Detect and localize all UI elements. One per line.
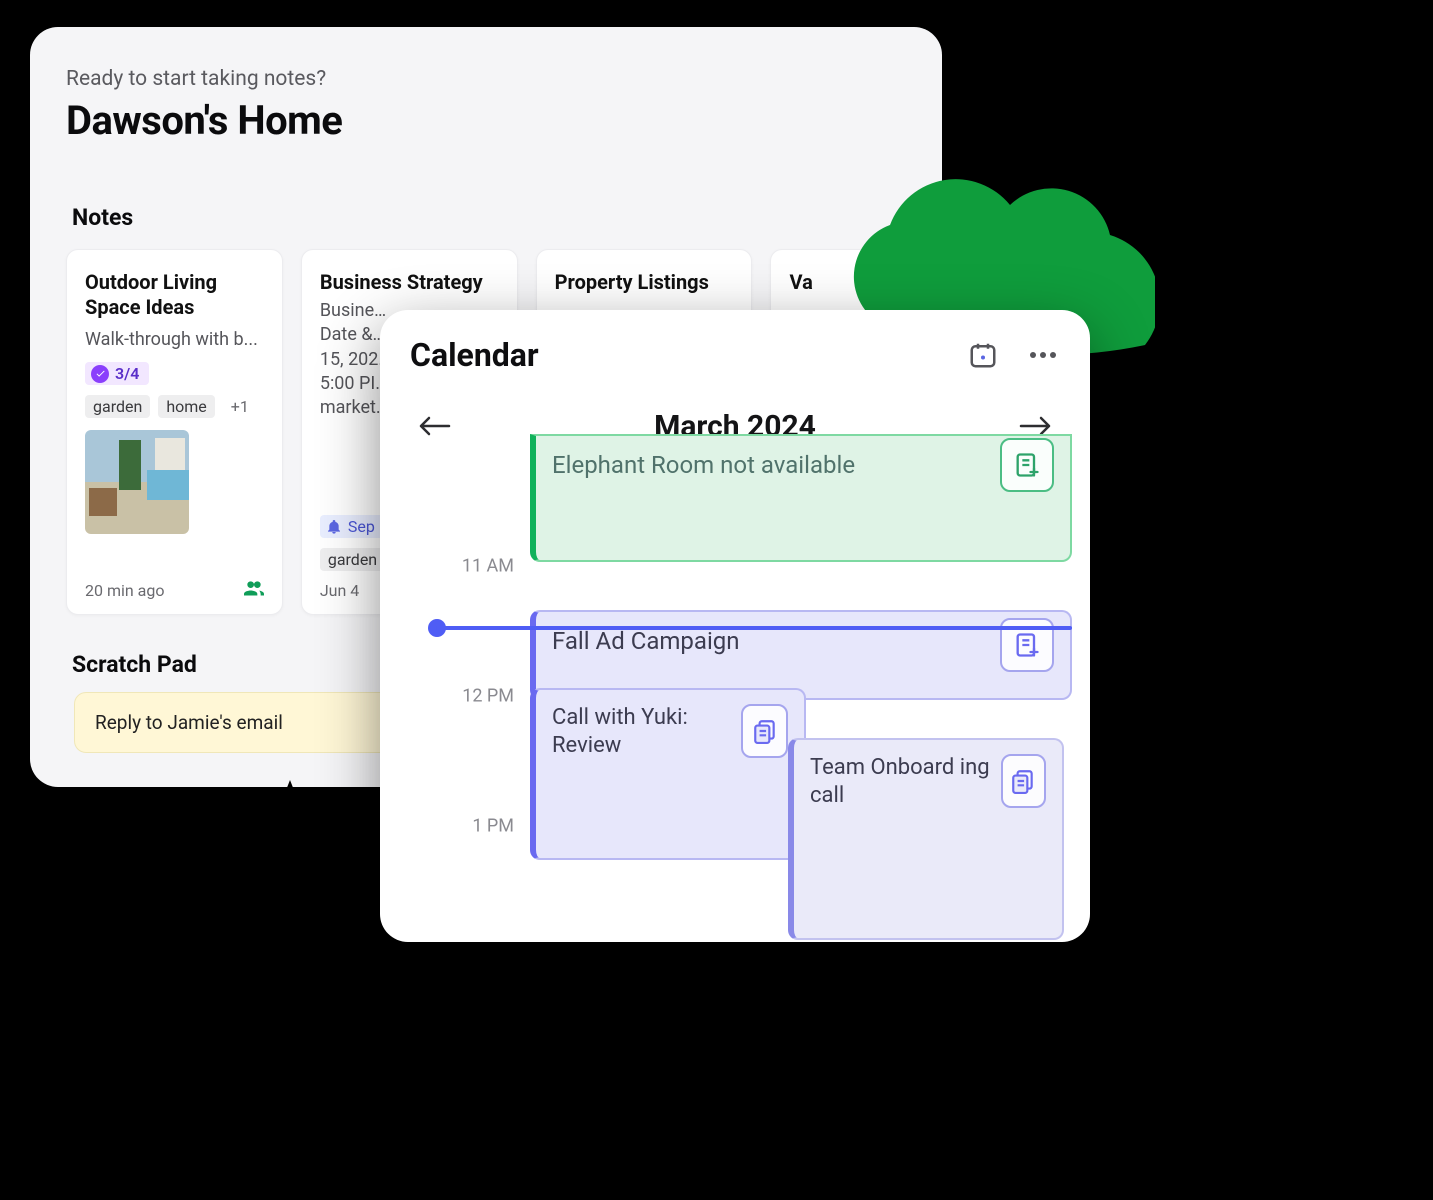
calendar-panel: Calendar March 2024 11 AM 12 PM	[380, 310, 1090, 942]
note-add-icon[interactable]	[1000, 438, 1054, 492]
tasks-badge: 3/4	[85, 362, 149, 385]
calendar-title: Calendar	[410, 336, 539, 374]
home-subhead: Ready to start taking notes?	[66, 67, 906, 91]
note-title: Outdoor Living Space Ideas	[85, 270, 264, 320]
note-timestamp: Jun 4	[320, 581, 359, 600]
time-label: 1 PM	[472, 816, 514, 837]
tag-chip[interactable]: garden	[320, 548, 385, 571]
calendar-date-icon[interactable]	[966, 338, 1000, 372]
calendar-event[interactable]: Team Onboard ing call	[788, 738, 1064, 940]
prev-month-button[interactable]	[414, 406, 454, 446]
note-thumbnail	[85, 430, 189, 534]
time-label: 12 PM	[462, 686, 514, 707]
shared-icon	[244, 580, 264, 600]
notes-heading: Notes	[72, 204, 906, 231]
open-notes-icon[interactable]	[741, 704, 788, 758]
more-tags[interactable]: +1	[223, 395, 257, 418]
bell-icon	[326, 519, 342, 535]
note-card[interactable]: Outdoor Living Space Ideas Walk-through …	[66, 249, 283, 615]
calendar-event[interactable]: Fall Ad Campaign	[530, 610, 1072, 700]
time-label: 11 AM	[462, 556, 514, 577]
tag-chip[interactable]: home	[158, 395, 214, 418]
note-body: Walk-through with b...	[85, 328, 264, 352]
note-timestamp: 20 min ago	[85, 581, 165, 600]
event-title: Elephant Room not available	[552, 450, 855, 480]
note-title: Property Listings	[555, 270, 734, 295]
event-title: Team Onboard ing call	[810, 754, 991, 809]
check-icon	[91, 365, 109, 383]
note-title: Business Strategy	[320, 270, 499, 295]
home-title: Dawson's Home	[66, 97, 906, 144]
event-title: Fall Ad Campaign	[552, 626, 740, 656]
reminder-badge: Sep	[320, 515, 385, 538]
event-title: Call with Yuki: Review	[552, 704, 731, 759]
calendar-event[interactable]: Call with Yuki: Review	[530, 688, 806, 860]
open-notes-icon[interactable]	[1001, 754, 1046, 808]
more-menu-icon[interactable]	[1026, 338, 1060, 372]
calendar-event[interactable]: Elephant Room not available	[530, 434, 1072, 562]
tag-chip[interactable]: garden	[85, 395, 150, 418]
